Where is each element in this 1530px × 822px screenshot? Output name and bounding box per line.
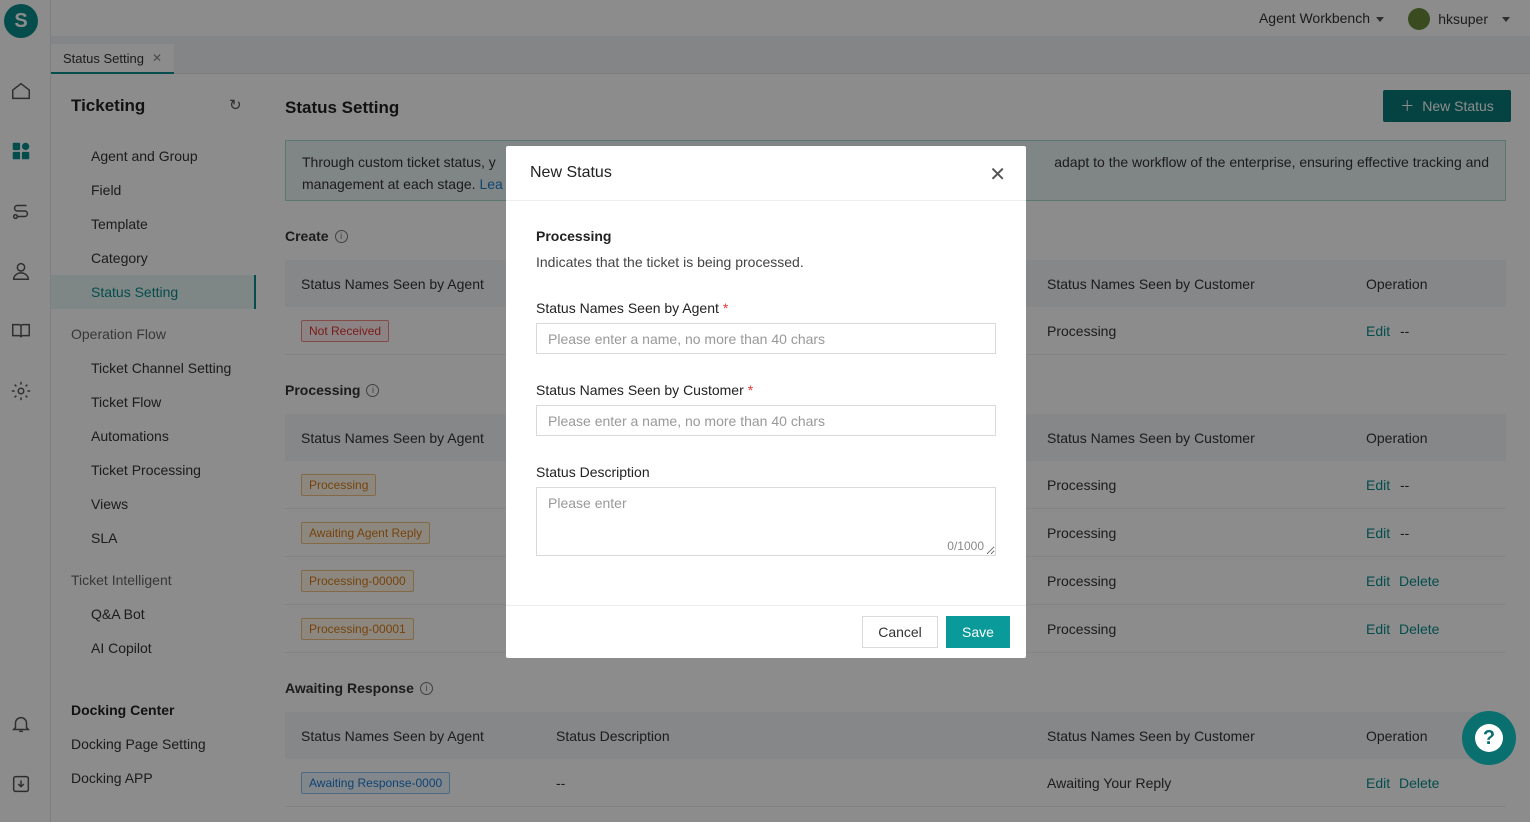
agent-name-label-text: Status Names Seen by Agent: [536, 300, 719, 316]
agent-name-label: Status Names Seen by Agent *: [536, 300, 728, 316]
customer-name-label-text: Status Names Seen by Customer: [536, 382, 744, 398]
agent-name-input[interactable]: [536, 323, 996, 354]
new-status-modal: New Status ✕ Processing Indicates that t…: [506, 146, 1026, 658]
description-label: Status Description: [536, 464, 650, 480]
save-button[interactable]: Save: [946, 616, 1010, 648]
customer-name-label: Status Names Seen by Customer *: [536, 382, 753, 398]
modal-header: New Status ✕: [506, 146, 1026, 201]
help-button[interactable]: ?: [1462, 711, 1516, 765]
cancel-button[interactable]: Cancel: [862, 616, 938, 648]
close-icon[interactable]: ✕: [989, 162, 1006, 187]
char-counter: 0/1000: [947, 539, 984, 553]
required-asterisk: *: [747, 382, 754, 398]
modal-title: New Status: [530, 164, 612, 181]
question-icon: ?: [1475, 724, 1503, 752]
description-textarea[interactable]: [536, 487, 996, 556]
modal-footer: Cancel Save: [506, 605, 1026, 658]
status-category: Processing: [536, 228, 612, 244]
status-category-description: Indicates that the ticket is being proce…: [536, 254, 804, 270]
customer-name-input[interactable]: [536, 405, 996, 436]
required-asterisk: *: [722, 300, 729, 316]
